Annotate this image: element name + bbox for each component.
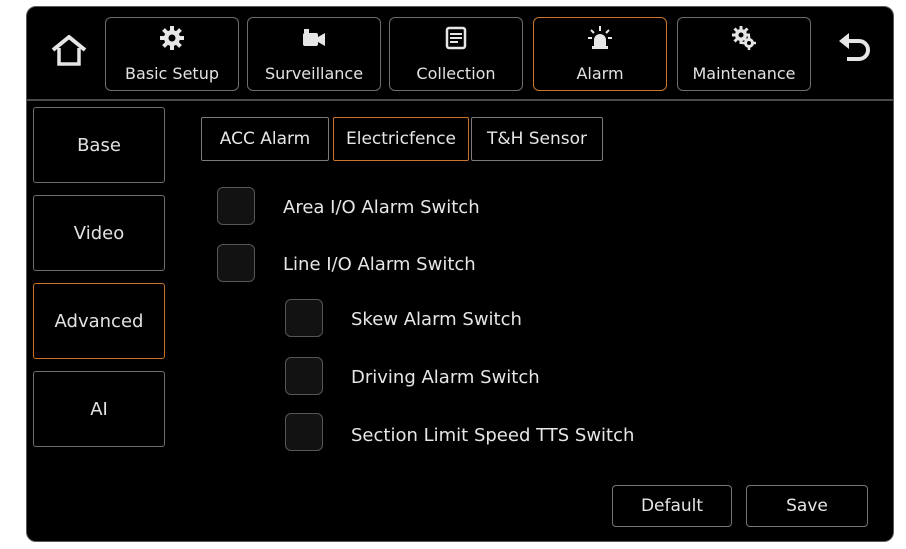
tab-maintenance[interactable]: Maintenance bbox=[677, 17, 811, 91]
sidebar-item-label: Base bbox=[77, 134, 121, 156]
section-limit-speed-tts-label: Section Limit Speed TTS Switch bbox=[351, 425, 635, 446]
settings-panel: Basic Setup Surveillance Collection Alar… bbox=[26, 6, 894, 542]
subtab-electricfence[interactable]: Electricfence bbox=[333, 117, 469, 161]
tab-surveillance[interactable]: Surveillance bbox=[247, 17, 381, 91]
gear-icon bbox=[159, 25, 185, 51]
default-button[interactable]: Default bbox=[612, 485, 732, 527]
tab-label: Collection bbox=[416, 64, 496, 83]
area-io-alarm-label: Area I/O Alarm Switch bbox=[283, 197, 480, 218]
home-icon[interactable] bbox=[49, 31, 89, 71]
tab-basic-setup[interactable]: Basic Setup bbox=[105, 17, 239, 91]
document-icon bbox=[443, 25, 469, 51]
siren-icon bbox=[587, 25, 613, 51]
sidebar-item-ai[interactable]: AI bbox=[33, 371, 165, 447]
line-io-alarm-label: Line I/O Alarm Switch bbox=[283, 254, 476, 275]
header-divider bbox=[27, 99, 893, 101]
subtab-label: ACC Alarm bbox=[219, 129, 311, 149]
tab-label: Maintenance bbox=[692, 64, 796, 83]
tab-label: Alarm bbox=[576, 64, 624, 83]
tab-alarm[interactable]: Alarm bbox=[533, 17, 667, 91]
sidebar-item-label: AI bbox=[90, 398, 108, 420]
sidebar-item-base[interactable]: Base bbox=[33, 107, 165, 183]
sidebar-item-advanced[interactable]: Advanced bbox=[33, 283, 165, 359]
gears-icon bbox=[731, 25, 757, 51]
tab-label: Basic Setup bbox=[124, 64, 219, 83]
top-navigation: Basic Setup Surveillance Collection Alar… bbox=[27, 7, 893, 99]
save-button-label: Save bbox=[786, 496, 828, 516]
skew-alarm-checkbox[interactable] bbox=[285, 299, 323, 337]
area-io-alarm-checkbox[interactable] bbox=[217, 187, 255, 225]
camera-icon bbox=[301, 25, 327, 51]
line-io-alarm-checkbox[interactable] bbox=[217, 244, 255, 282]
subtab-th-sensor[interactable]: T&H Sensor bbox=[471, 117, 603, 161]
skew-alarm-label: Skew Alarm Switch bbox=[351, 309, 522, 330]
driving-alarm-label: Driving Alarm Switch bbox=[351, 367, 540, 388]
driving-alarm-checkbox[interactable] bbox=[285, 357, 323, 395]
section-limit-speed-tts-checkbox[interactable] bbox=[285, 413, 323, 451]
sidebar-item-label: Video bbox=[73, 222, 125, 244]
save-button[interactable]: Save bbox=[746, 485, 868, 527]
default-button-label: Default bbox=[640, 496, 704, 516]
tab-collection[interactable]: Collection bbox=[389, 17, 523, 91]
subtab-acc-alarm[interactable]: ACC Alarm bbox=[201, 117, 329, 161]
subtab-label: Electricfence bbox=[345, 129, 457, 149]
tab-label: Surveillance bbox=[264, 64, 364, 83]
subtab-label: T&H Sensor bbox=[486, 129, 588, 149]
back-icon[interactable] bbox=[835, 29, 875, 69]
sidebar-item-label: Advanced bbox=[54, 310, 144, 332]
sidebar-item-video[interactable]: Video bbox=[33, 195, 165, 271]
